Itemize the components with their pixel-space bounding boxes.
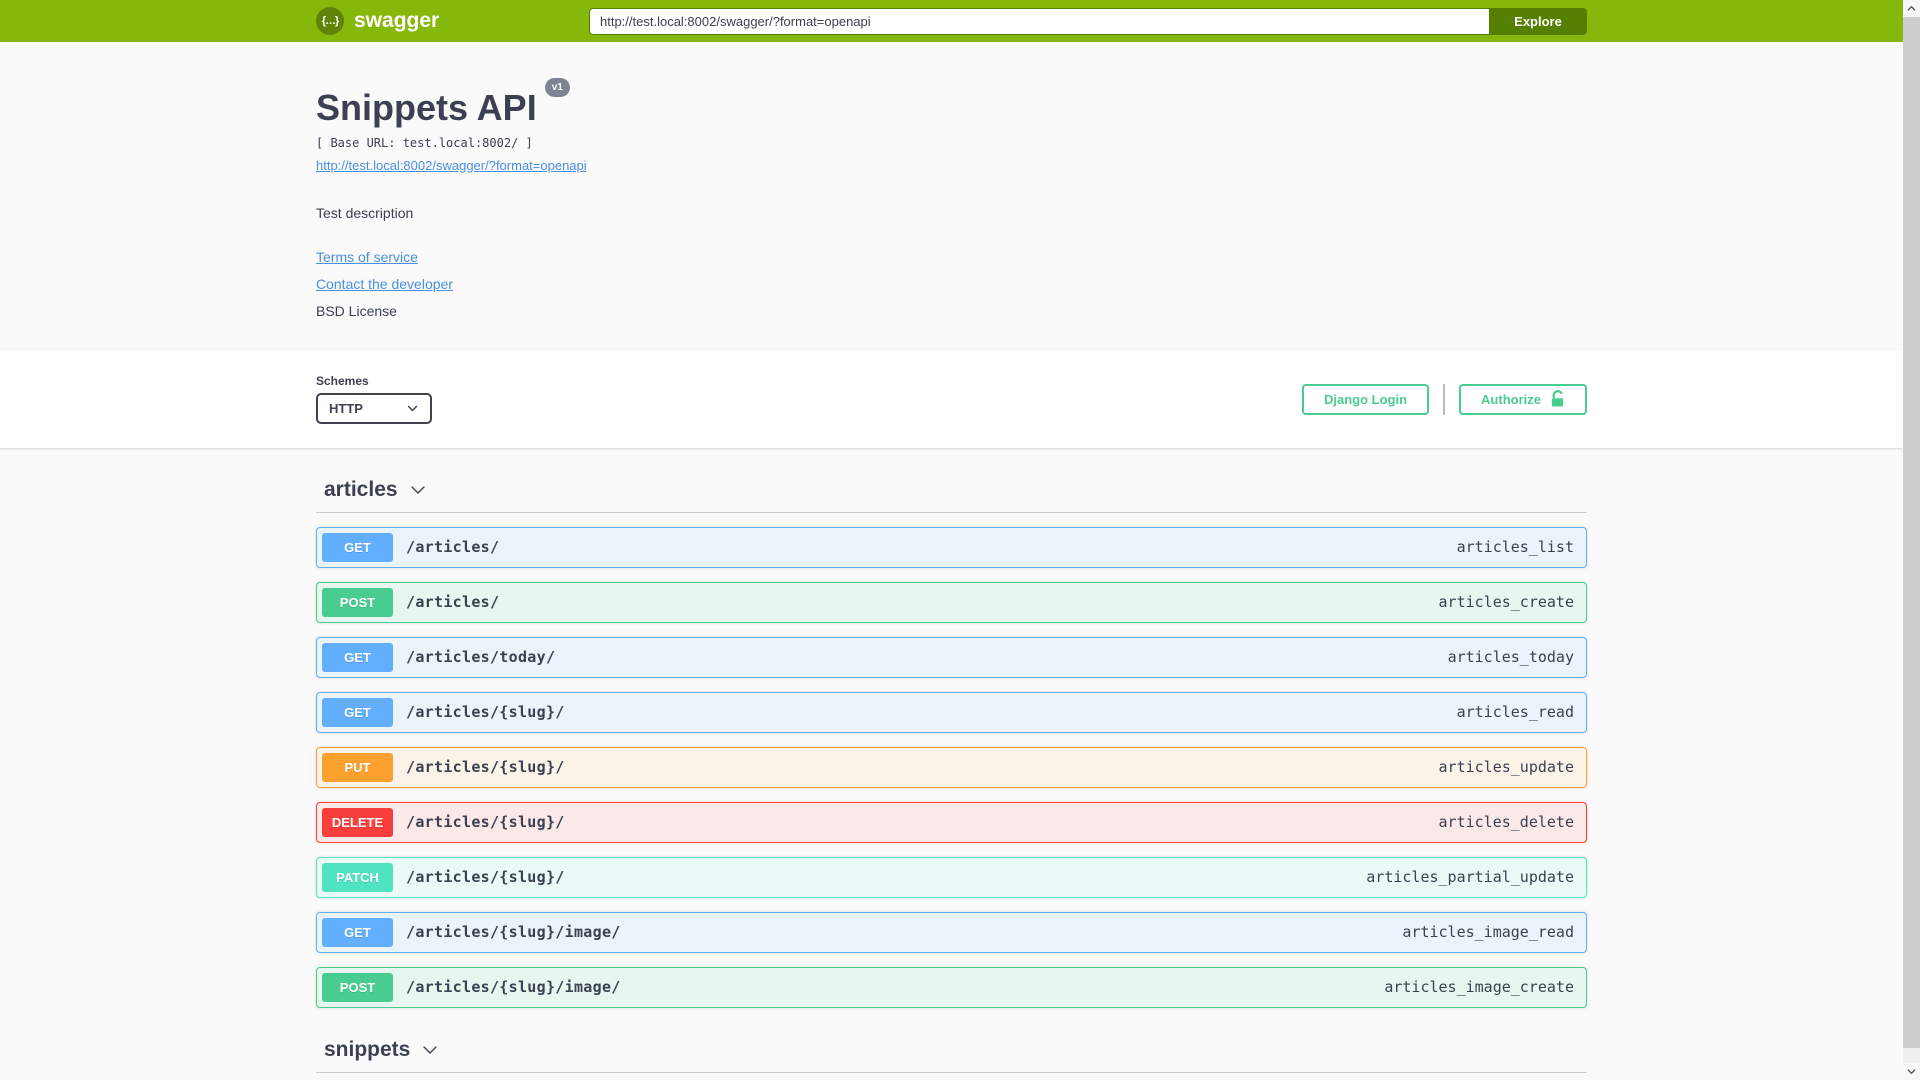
operation-id: articles_delete (1438, 813, 1574, 832)
method-badge: POST (322, 587, 393, 617)
unlocked-padlock-icon (1550, 390, 1565, 408)
django-login-label: Django Login (1324, 391, 1408, 407)
terms-of-service-link[interactable]: Terms of service (316, 249, 418, 265)
endpoint-row[interactable]: GET /articles/today/ articles_today (316, 636, 1587, 678)
scroll-up-arrow[interactable] (1903, 0, 1920, 17)
topbar: {…} swagger Explore (0, 0, 1903, 42)
django-login-button[interactable]: Django Login (1302, 383, 1430, 415)
endpoint-path: /articles/{slug}/image/ (406, 923, 621, 942)
method-badge: DELETE (322, 807, 393, 837)
schemes-label: Schemes (316, 374, 369, 389)
license-label: BSD License (316, 302, 397, 319)
operation-id: articles_list (1456, 538, 1574, 557)
swagger-logo-text: swagger (354, 9, 440, 32)
auth-wrapper: Django Login Authorize (1302, 383, 1587, 415)
endpoint-row[interactable]: POST /articles/{slug}/image/ articles_im… (316, 966, 1587, 1008)
swagger-logo: {…} swagger (316, 7, 439, 35)
endpoint-path: /articles/{slug}/ (406, 868, 565, 887)
spec-link[interactable]: http://test.local:8002/swagger/?format=o… (316, 158, 587, 173)
endpoint-path: /articles/today/ (406, 648, 556, 667)
spec-url-input[interactable] (589, 7, 1489, 35)
authorize-button[interactable]: Authorize (1459, 383, 1587, 415)
method-badge: GET (322, 697, 393, 727)
section-header-snippets[interactable]: snippets (316, 1038, 1587, 1073)
operation-id: articles_partial_update (1366, 868, 1574, 887)
method-badge: GET (322, 532, 393, 562)
operation-id: articles_read (1456, 703, 1574, 722)
section-title: snippets (324, 1037, 411, 1061)
chevron-down-icon (408, 480, 428, 500)
scroll-down-arrow[interactable] (1903, 1063, 1920, 1080)
scheme-container: Schemes HTTP Django Login Authorize (0, 348, 1903, 448)
section-articles: articles GET /articles/ articles_list PO… (316, 478, 1587, 1008)
base-url: [ Base URL: test.local:8002/ ] (316, 135, 533, 150)
button-divider (1443, 383, 1446, 415)
vertical-scrollbar (1903, 0, 1920, 1080)
version-badge: v1 (544, 78, 570, 97)
endpoint-row[interactable]: GET /articles/{slug}/ articles_read (316, 691, 1587, 733)
endpoint-row[interactable]: PATCH /articles/{slug}/ articles_partial… (316, 856, 1587, 898)
operations-area: articles GET /articles/ articles_list PO… (0, 477, 1903, 1080)
section-title: articles (324, 477, 398, 501)
endpoint-path: /articles/{slug}/ (406, 813, 565, 832)
section-snippets: snippets GET /snippets/ snippets_list (316, 1038, 1587, 1080)
explore-button[interactable]: Explore (1489, 7, 1587, 35)
endpoint-row[interactable]: GET /articles/ articles_list (316, 526, 1587, 568)
method-badge: PATCH (322, 862, 393, 892)
endpoint-row[interactable]: GET /articles/{slug}/image/ articles_ima… (316, 911, 1587, 953)
endpoint-path: /articles/{slug}/image/ (406, 978, 621, 997)
schemes-selected-value: HTTP (329, 401, 363, 417)
endpoint-path: /articles/ (406, 538, 500, 557)
method-badge: PUT (322, 752, 393, 782)
chevron-down-icon (420, 1040, 440, 1060)
endpoint-path: /articles/{slug}/ (406, 758, 565, 777)
endpoint-path: /articles/ (406, 593, 500, 612)
api-description: Test description (316, 204, 414, 221)
operation-id: articles_create (1438, 593, 1574, 612)
swagger-page: {…} swagger Explore Snippets API v1 [ Bas… (0, 0, 1903, 1080)
endpoint-path: /articles/{slug}/ (406, 703, 565, 722)
chevron-down-icon (406, 402, 419, 415)
endpoint-row[interactable]: DELETE /articles/{slug}/ articles_delete (316, 801, 1587, 843)
info-section: Snippets API v1 [ Base URL: test.local:80… (0, 42, 1903, 349)
section-header-articles[interactable]: articles (316, 478, 1587, 513)
api-title-text: Snippets API (316, 87, 537, 128)
contact-developer-link[interactable]: Contact the developer (316, 276, 453, 292)
page-title: Snippets API v1 (316, 78, 1587, 128)
authorize-label: Authorize (1481, 391, 1541, 407)
endpoint-row[interactable]: PUT /articles/{slug}/ articles_update (316, 746, 1587, 788)
operation-id: articles_today (1447, 648, 1574, 667)
endpoint-row[interactable]: POST /articles/ articles_create (316, 581, 1587, 623)
operation-id: articles_image_create (1384, 978, 1574, 997)
spec-url-form: Explore (589, 7, 1587, 35)
method-badge: POST (322, 972, 393, 1002)
scrollbar-thumb[interactable] (1903, 17, 1920, 1048)
operation-id: articles_update (1438, 758, 1574, 777)
schemes-select[interactable]: HTTP (316, 393, 432, 425)
method-badge: GET (322, 917, 393, 947)
operation-id: articles_image_read (1402, 923, 1574, 942)
swagger-logo-icon: {…} (316, 7, 344, 35)
method-badge: GET (322, 642, 393, 672)
